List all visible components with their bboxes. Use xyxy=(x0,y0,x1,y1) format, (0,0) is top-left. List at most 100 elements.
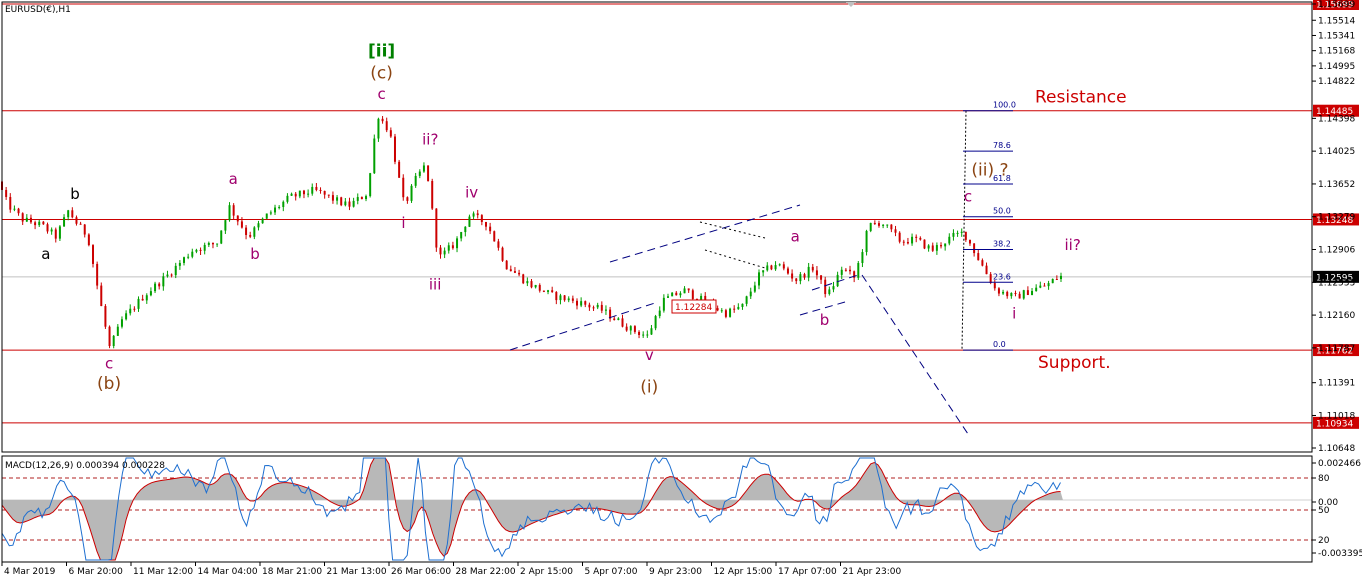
candle-body xyxy=(472,213,475,217)
candle-body xyxy=(997,288,1000,294)
candle-body xyxy=(737,306,740,310)
candle-body xyxy=(21,213,24,222)
candle-body xyxy=(935,245,938,251)
candle-body xyxy=(245,227,248,235)
candle-body xyxy=(948,236,951,244)
candle-body xyxy=(315,186,318,190)
candle-body xyxy=(174,265,177,276)
candle-body xyxy=(224,220,227,231)
candle-body xyxy=(770,265,773,270)
y-tick-label: 1.14025 xyxy=(1318,147,1355,157)
candle-body xyxy=(650,328,653,335)
candle-body xyxy=(410,185,413,201)
fib-trend-line xyxy=(961,110,967,351)
candle-body xyxy=(327,194,330,196)
candle-body xyxy=(869,222,872,231)
macd-frame xyxy=(1,455,1313,563)
candle-body xyxy=(232,205,235,216)
candle-body xyxy=(840,269,843,275)
candle-body xyxy=(716,308,719,311)
candle-body xyxy=(687,288,690,291)
y-tick-label: 1.15168 xyxy=(1318,47,1355,57)
candle-body xyxy=(199,249,202,251)
candle-body xyxy=(17,208,20,214)
candle-body xyxy=(551,290,554,293)
candle-body xyxy=(253,227,256,237)
candle-body xyxy=(290,193,293,196)
candle-body xyxy=(162,276,165,287)
candle-body xyxy=(67,210,70,218)
y-tick-label: 1.13652 xyxy=(1318,180,1355,190)
candle-body xyxy=(596,304,599,308)
candle-body xyxy=(257,223,260,228)
candle-body xyxy=(815,270,818,276)
annotations: 100.078.661.850.038.223.60.0ResistanceSu… xyxy=(41,42,1127,438)
candle-body xyxy=(600,304,603,311)
candle-body xyxy=(389,130,392,137)
candle-body xyxy=(402,177,405,198)
candle-body xyxy=(919,237,922,240)
candle-body xyxy=(398,161,401,178)
candle-body xyxy=(71,210,74,218)
y-tick-label: 1.12533 xyxy=(1318,278,1355,288)
wave-label: (ii) ? xyxy=(971,160,1008,180)
candle-body xyxy=(604,309,607,311)
candle-body xyxy=(220,230,223,244)
candle-body xyxy=(960,231,963,233)
candle-body xyxy=(286,195,289,202)
candle-body xyxy=(795,278,798,282)
candle-body xyxy=(861,252,864,264)
macd-histogram xyxy=(2,458,1063,560)
macd-y-tick-label: 80 xyxy=(1318,474,1330,484)
resistance-label: Resistance xyxy=(1035,88,1127,108)
x-tick-label: 14 Mar 04:00 xyxy=(198,567,258,577)
candle-body xyxy=(149,291,152,296)
candle-body xyxy=(13,208,16,210)
candle-body xyxy=(75,217,78,224)
candle-body xyxy=(116,326,119,336)
x-tick-label: 21 Mar 13:00 xyxy=(327,567,387,577)
chart-window: 1.15699 1.14485 1.13248 1.11762 1.10934 1.125… xyxy=(0,0,1362,582)
candle-body xyxy=(745,296,748,304)
candle-body xyxy=(236,215,239,222)
candle-body xyxy=(427,165,430,181)
candle-body xyxy=(844,269,847,271)
candle-body xyxy=(340,197,343,206)
candle-body xyxy=(733,308,736,310)
wave-label: v xyxy=(645,346,654,364)
candle-body xyxy=(877,223,880,226)
candle-body xyxy=(166,274,169,277)
candle-body xyxy=(228,205,231,221)
candle-body xyxy=(964,231,967,240)
candle-body xyxy=(344,201,347,206)
candle-body xyxy=(120,319,123,327)
x-tick-label: 5 Apr 07:00 xyxy=(585,567,638,577)
candle-body xyxy=(331,195,334,201)
candle-body xyxy=(956,232,959,234)
y-tick-label: 1.14822 xyxy=(1318,77,1355,87)
candle-body xyxy=(923,239,926,249)
candle-body xyxy=(592,307,595,309)
candle-body xyxy=(791,273,794,279)
candle-body xyxy=(464,226,467,233)
candle-body xyxy=(691,290,694,299)
fib-level-label: 23.6 xyxy=(993,272,1011,281)
y-tick-label: 1.14995 xyxy=(1318,62,1355,72)
wave-label: a xyxy=(41,245,50,263)
candle-body xyxy=(774,265,777,270)
candle-body xyxy=(183,257,186,263)
candle-body xyxy=(563,295,566,301)
y-tick-label: 1.11391 xyxy=(1318,379,1355,389)
candle-body xyxy=(422,165,425,172)
candle-body xyxy=(5,189,8,197)
wave-label: iv xyxy=(465,183,478,201)
candle-body xyxy=(356,197,359,201)
macd-y-tick-label: 0.002466 xyxy=(1318,459,1361,469)
candle-body xyxy=(282,201,285,208)
candle-body xyxy=(898,232,901,242)
candle-body xyxy=(679,293,682,296)
candle-body xyxy=(720,310,723,312)
candle-body xyxy=(782,264,785,269)
candle-body xyxy=(187,256,190,258)
candle-body xyxy=(431,180,434,209)
